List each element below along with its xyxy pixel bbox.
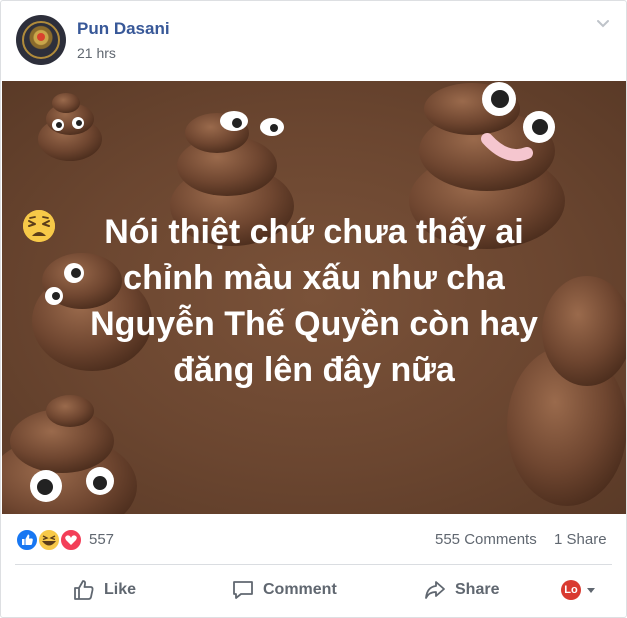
share-arrow-icon xyxy=(425,581,445,599)
post-text-line: chỉnh màu xấu như cha xyxy=(123,259,505,297)
divider xyxy=(15,564,612,565)
post-background-banner: Nói thiệt chứ chưa thấy ai chỉnh màu xấu… xyxy=(2,81,626,514)
comment-count-link[interactable]: 555 Comments xyxy=(435,531,537,548)
post-text-segment: đăng lên đây nữa xyxy=(173,351,455,389)
like-icon xyxy=(15,528,39,552)
thumbs-up-icon xyxy=(74,580,94,600)
like-button[interactable]: Like xyxy=(72,567,136,613)
post-text-line: Nguyễn Thế Quyền còn hay xyxy=(22,210,606,347)
post-header: Pun Dasani 21 hrs xyxy=(1,1,626,81)
post-stats-bar: 557 555 Comments 1 Share xyxy=(1,514,626,562)
haha-icon xyxy=(37,528,61,552)
post-actions-bar: Like Comment Share Lo xyxy=(1,567,626,615)
comment-label: Comment xyxy=(263,581,337,598)
share-count-link[interactable]: 1 Share xyxy=(554,531,607,548)
post-text-line: Nói thiệt chứ chưa thấy ai xyxy=(104,213,524,251)
avatar-dot xyxy=(37,33,45,41)
post-text-line: đăng lên đây nữa xyxy=(22,210,606,393)
post-text: Nói thiệt chứ chưa thấy ai chỉnh màu xấu… xyxy=(22,209,606,393)
post-timestamp[interactable]: 21 hrs xyxy=(77,45,116,61)
post-card: Pun Dasani 21 hrs Nói thiệt chứ chưa thấ… xyxy=(0,0,627,618)
poop-emoji-icon xyxy=(38,93,102,161)
post-text-segment: còn hay xyxy=(409,305,538,343)
author-avatar[interactable] xyxy=(16,15,66,65)
like-label: Like xyxy=(104,581,137,598)
share-label: Share xyxy=(455,581,500,598)
author-name[interactable]: Pun Dasani xyxy=(77,19,170,39)
love-icon xyxy=(59,528,83,552)
poop-emoji-icon xyxy=(2,395,137,514)
share-button[interactable]: Share xyxy=(423,567,499,613)
reaction-icons[interactable] xyxy=(15,528,83,552)
comment-bubble-icon xyxy=(233,581,253,599)
chevron-down-icon[interactable] xyxy=(595,15,611,31)
reaction-count[interactable]: 557 xyxy=(89,531,114,548)
comment-button[interactable]: Comment xyxy=(231,567,337,613)
post-text-segment: Nguyễn Thế Quyền xyxy=(90,305,400,343)
weary-face-emoji-icon xyxy=(23,210,55,242)
caret-down-icon xyxy=(587,588,595,593)
user-mini-avatar: Lo xyxy=(561,580,581,600)
reaction-selector-button[interactable]: Lo xyxy=(561,567,597,613)
